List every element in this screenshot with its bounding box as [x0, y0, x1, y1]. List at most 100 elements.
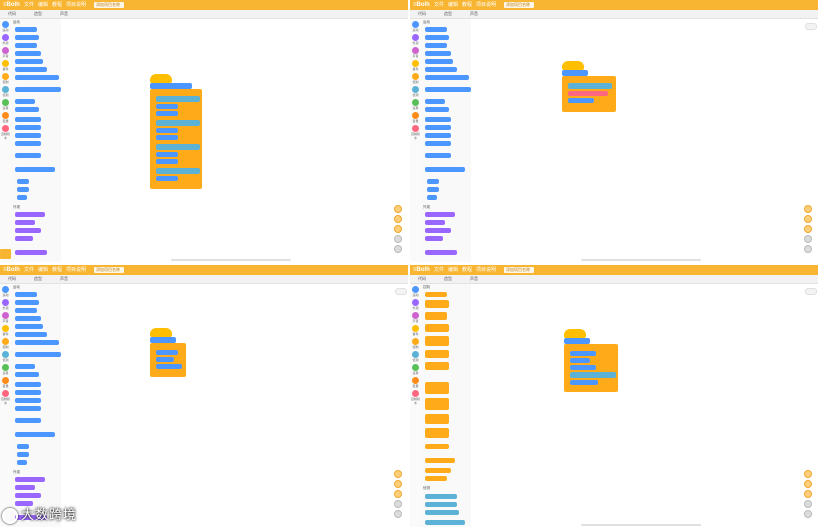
palette-block[interactable]: [17, 179, 29, 184]
code-block[interactable]: [570, 380, 598, 385]
when-flag-clicked-block[interactable]: [564, 329, 586, 338]
zoom-in-button[interactable]: [804, 470, 812, 478]
palette-block[interactable]: [427, 187, 439, 192]
palette-block[interactable]: [425, 510, 459, 515]
code-block[interactable]: [156, 135, 178, 140]
code-block[interactable]: [156, 111, 178, 116]
code-block[interactable]: [156, 176, 178, 181]
palette-block[interactable]: [425, 502, 457, 507]
menu-edit[interactable]: 编辑: [38, 0, 48, 10]
script-workspace[interactable]: [471, 284, 818, 527]
category-variables[interactable]: [412, 112, 419, 119]
category-sensing[interactable]: [412, 351, 419, 358]
category-control[interactable]: [412, 73, 419, 80]
palette-block[interactable]: [15, 477, 45, 482]
tab-sounds[interactable]: 声音: [470, 10, 478, 18]
palette-block[interactable]: [15, 220, 35, 225]
app-logo[interactable]: ≡Bolh: [3, 0, 20, 10]
palette-block[interactable]: [15, 43, 37, 48]
code-block[interactable]: [570, 365, 596, 370]
if-condition-block[interactable]: [156, 168, 200, 174]
tab-sounds[interactable]: 声音: [60, 10, 68, 18]
palette-block[interactable]: [15, 35, 39, 40]
app-logo[interactable]: ≡Bolh: [3, 265, 20, 275]
category-operators[interactable]: [412, 364, 419, 371]
category-motion[interactable]: [2, 286, 9, 293]
palette-block[interactable]: [425, 362, 449, 370]
category-sound[interactable]: [2, 312, 9, 319]
palette-block[interactable]: [15, 27, 37, 32]
category-events[interactable]: [2, 60, 9, 67]
zoom-out-button[interactable]: [394, 215, 402, 223]
zoom-reset-button[interactable]: [394, 490, 402, 498]
redo-button[interactable]: [394, 510, 402, 518]
palette-block[interactable]: [15, 493, 41, 498]
category-sound[interactable]: [412, 312, 419, 319]
category-operators[interactable]: [2, 99, 9, 106]
code-block[interactable]: [156, 350, 178, 355]
palette-block[interactable]: [15, 167, 55, 172]
menu-edit[interactable]: 编辑: [448, 265, 458, 275]
when-flag-clicked-block[interactable]: [150, 74, 172, 83]
code-block[interactable]: [156, 364, 182, 369]
category-motion[interactable]: [412, 21, 419, 28]
palette-block[interactable]: [15, 316, 41, 321]
palette-block[interactable]: [425, 35, 449, 40]
palette-block[interactable]: [15, 87, 61, 92]
palette-block[interactable]: [15, 51, 41, 56]
redo-button[interactable]: [804, 245, 812, 253]
palette-block[interactable]: [15, 308, 37, 313]
menu-project-info[interactable]: 项目说明: [66, 0, 86, 10]
palette-block[interactable]: [15, 75, 59, 80]
redo-button[interactable]: [804, 510, 812, 518]
tab-costumes[interactable]: 造型: [444, 275, 452, 283]
code-block[interactable]: [570, 351, 596, 356]
undo-button[interactable]: [804, 235, 812, 243]
stage-size-toggle[interactable]: [805, 23, 817, 30]
palette-block[interactable]: [15, 340, 59, 345]
category-events[interactable]: [412, 325, 419, 332]
palette-block[interactable]: [425, 292, 447, 297]
palette-block[interactable]: [17, 195, 27, 200]
category-control[interactable]: [412, 338, 419, 345]
palette-block[interactable]: [425, 350, 449, 358]
if-condition-block[interactable]: [156, 120, 200, 126]
code-block[interactable]: [156, 159, 178, 164]
redo-button[interactable]: [394, 245, 402, 253]
palette-block[interactable]: [15, 485, 35, 490]
palette-block[interactable]: [425, 153, 451, 158]
code-block[interactable]: [156, 104, 178, 109]
palette-block[interactable]: [425, 141, 451, 146]
tab-sounds[interactable]: 声音: [470, 275, 478, 283]
project-name-input[interactable]: 添加项目名称: [504, 2, 534, 8]
palette-block[interactable]: [15, 59, 43, 64]
zoom-in-button[interactable]: [394, 470, 402, 478]
palette-block[interactable]: [425, 117, 451, 122]
palette-block[interactable]: [425, 228, 451, 233]
category-operators[interactable]: [2, 364, 9, 371]
category-events[interactable]: [2, 325, 9, 332]
menu-tutorial[interactable]: 教程: [462, 0, 472, 10]
code-block[interactable]: [156, 357, 174, 362]
palette-block[interactable]: [15, 107, 39, 112]
menu-edit[interactable]: 编辑: [38, 265, 48, 275]
palette-block[interactable]: [427, 179, 439, 184]
horizontal-scrollbar[interactable]: [171, 259, 291, 261]
palette-block[interactable]: [425, 458, 455, 463]
category-my-blocks[interactable]: [412, 390, 419, 397]
palette-block[interactable]: [15, 99, 35, 104]
category-motion[interactable]: [412, 286, 419, 293]
menu-project-info[interactable]: 项目说明: [66, 265, 86, 275]
zoom-reset-button[interactable]: [804, 225, 812, 233]
app-logo[interactable]: ≡Bolh: [413, 0, 430, 10]
category-events[interactable]: [412, 60, 419, 67]
stage-size-toggle[interactable]: [805, 288, 817, 295]
category-my-blocks[interactable]: [2, 390, 9, 397]
menu-file[interactable]: 文件: [24, 265, 34, 275]
add-extension-button[interactable]: [0, 249, 11, 259]
palette-block[interactable]: [427, 195, 437, 200]
code-block[interactable]: [156, 152, 178, 157]
palette-block[interactable]: [425, 87, 471, 92]
palette-block[interactable]: [425, 494, 457, 499]
zoom-in-button[interactable]: [394, 205, 402, 213]
